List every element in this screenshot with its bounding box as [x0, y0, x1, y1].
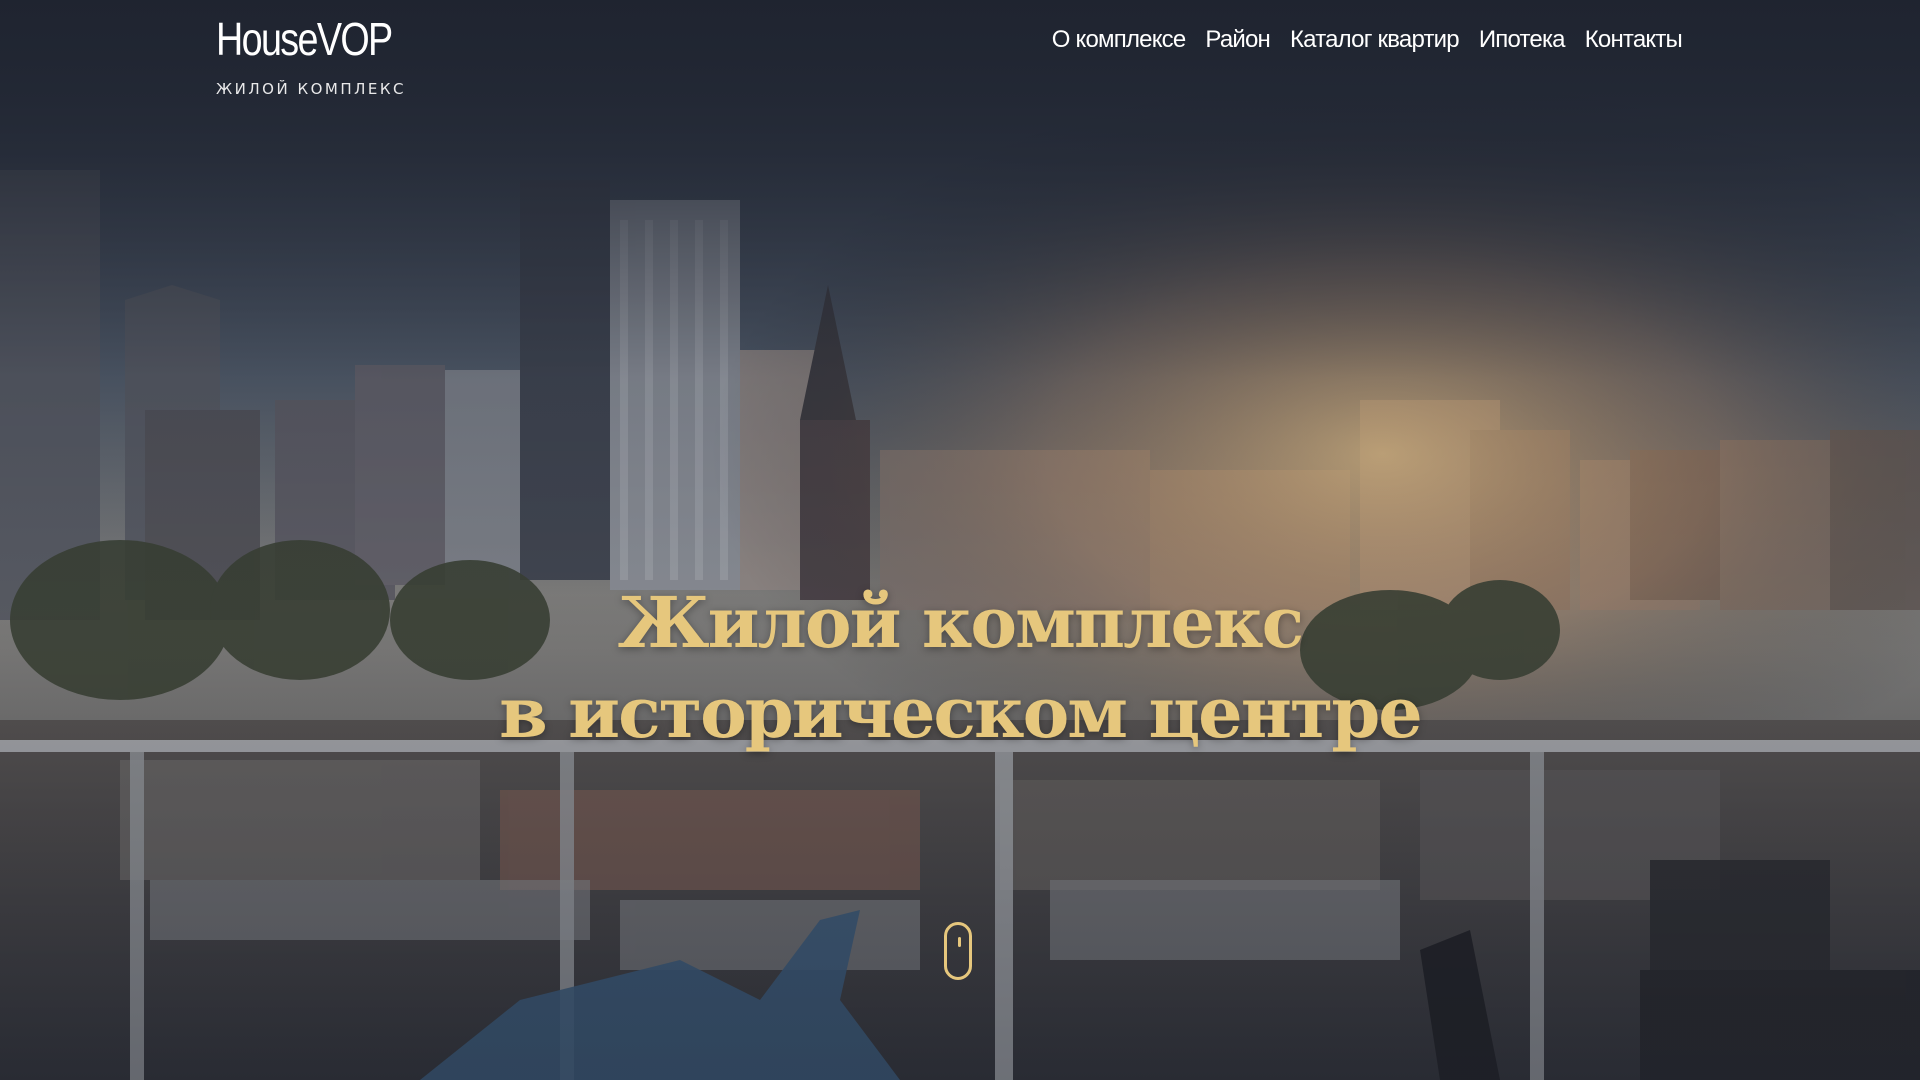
nav-link-about[interactable]: О комплексе: [1052, 24, 1186, 56]
mouse-wheel-icon: [958, 937, 961, 947]
site-header: HouseVOP ЖИЛОЙ КОМПЛЕКС О комплексе Райо…: [0, 0, 1920, 110]
mouse-scroll-icon[interactable]: [944, 922, 972, 980]
logo[interactable]: HouseVOP ЖИЛОЙ КОМПЛЕКС: [216, 14, 430, 98]
main-nav: О комплексе Район Каталог квартир Ипотек…: [1052, 24, 1683, 56]
nav-link-catalog[interactable]: Каталог квартир: [1290, 24, 1460, 56]
hero-title: Жилой комплекс в историческом центре: [0, 578, 1920, 758]
landing-page: HouseVOP ЖИЛОЙ КОМПЛЕКС О комплексе Райо…: [0, 0, 1920, 1080]
logo-subtitle: ЖИЛОЙ КОМПЛЕКС: [216, 80, 407, 98]
nav-link-contacts[interactable]: Контакты: [1585, 24, 1683, 56]
logo-title: HouseVOP: [216, 13, 393, 65]
hero-title-line-1: Жилой комплекс: [617, 581, 1304, 664]
nav-link-mortgage[interactable]: Ипотека: [1479, 24, 1566, 56]
hero-title-line-2: в историческом центре: [499, 671, 1423, 754]
nav-link-district[interactable]: Район: [1205, 24, 1270, 56]
hero-dark-overlay: [0, 0, 1920, 1080]
